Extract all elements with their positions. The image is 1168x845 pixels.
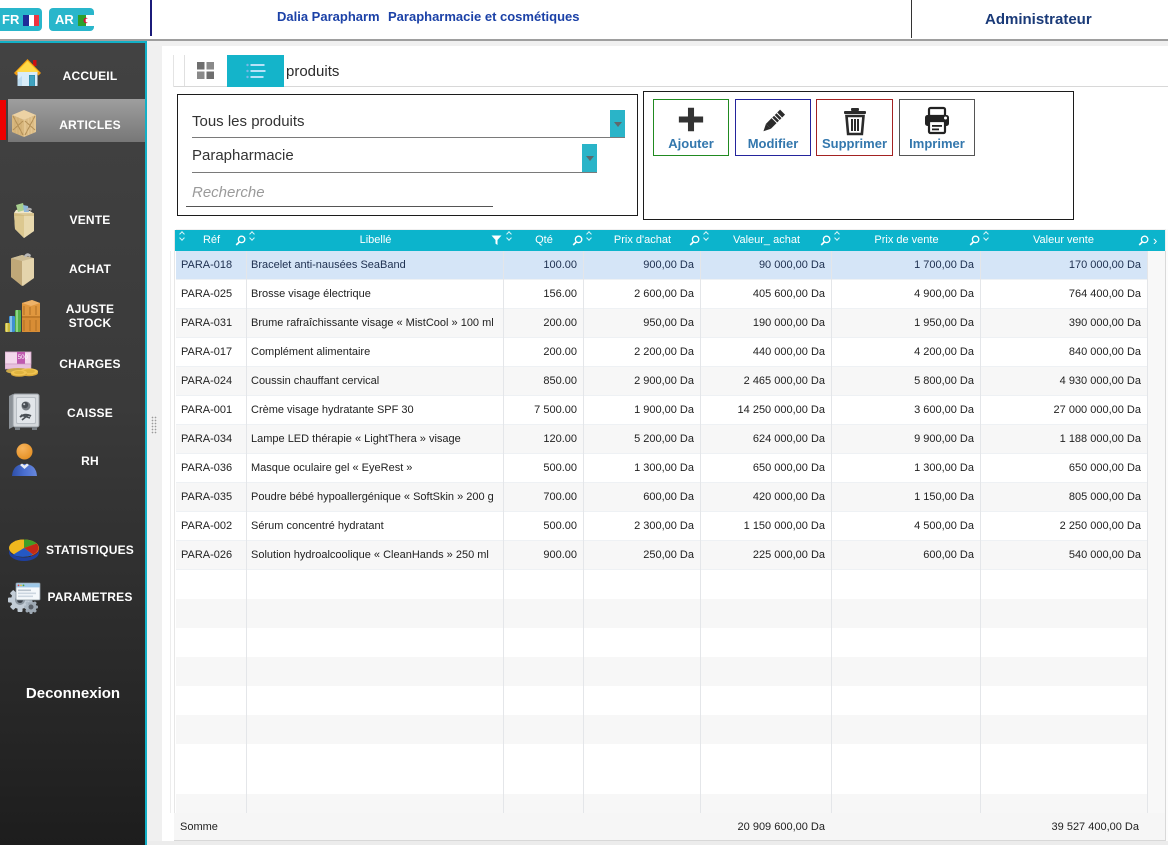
svg-text:500: 500 <box>18 355 29 361</box>
